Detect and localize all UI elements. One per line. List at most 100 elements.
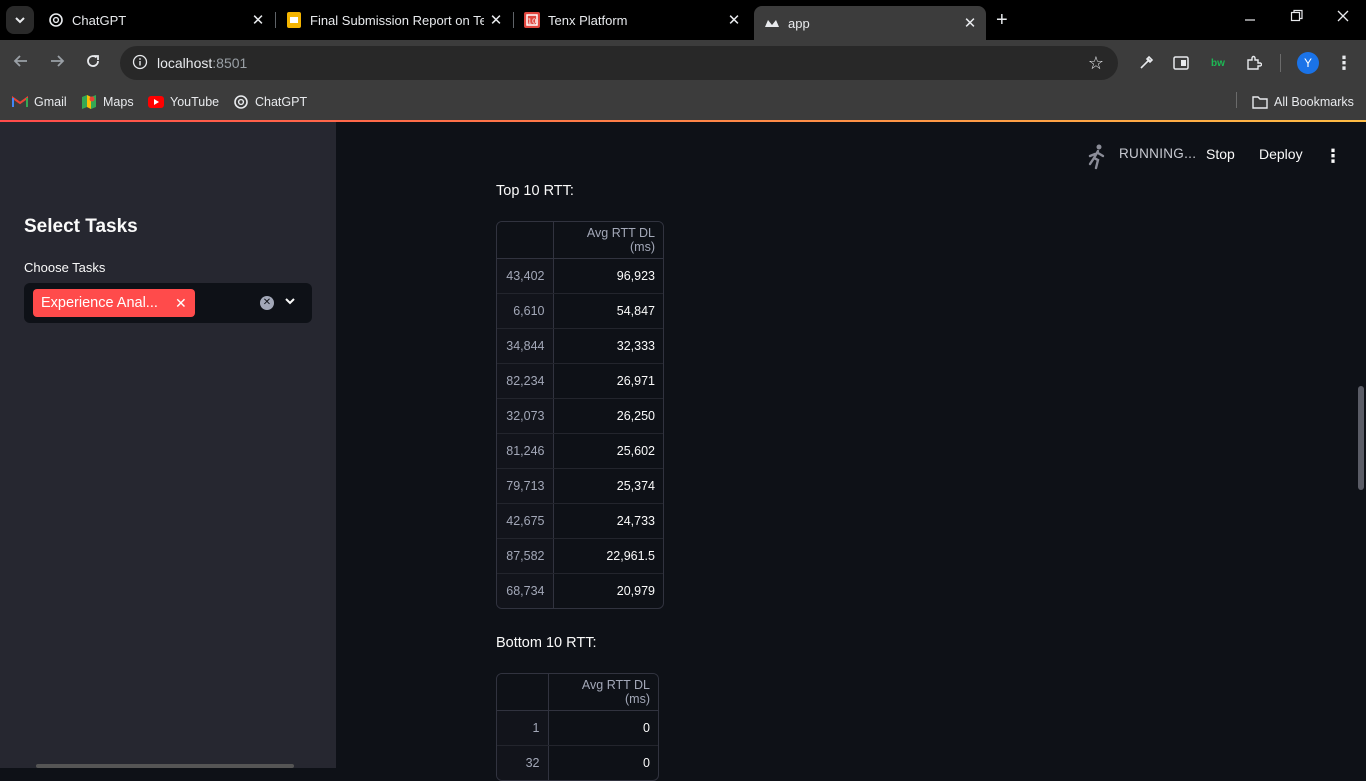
deploy-button[interactable]: Deploy	[1259, 146, 1303, 162]
bookmark-gmail[interactable]: Gmail	[12, 93, 67, 111]
chatgpt-icon	[233, 94, 249, 110]
bottom-rtt-table[interactable]: Avg RTT DL (ms) 10 32 0	[496, 673, 659, 781]
reload-icon	[87, 55, 99, 67]
top-rtt-table[interactable]: Avg RTT DL (ms) 43,402 96,923 6,610 54,847…	[496, 221, 664, 609]
row-index: 32	[497, 745, 549, 780]
forward-button[interactable]	[48, 52, 66, 75]
url-port: :8501	[212, 55, 248, 71]
extension-bw-icon[interactable]: bw	[1208, 53, 1228, 73]
cell-value: 0	[548, 710, 658, 746]
tab-title: Tenx Platform	[548, 12, 628, 28]
slides-icon	[286, 12, 302, 28]
main-scrollbar[interactable]	[1358, 386, 1364, 490]
table-row[interactable]: 34,844 32,333	[497, 328, 663, 364]
index-header	[497, 222, 553, 259]
row-index: 81,246	[497, 433, 554, 469]
window-close-icon[interactable]	[1336, 8, 1350, 29]
svg-text:10: 10	[528, 18, 537, 26]
toolbar-divider	[1280, 54, 1281, 72]
sidebar-scrollbar[interactable]	[36, 764, 294, 768]
table-row[interactable]: 79,713 25,374	[497, 468, 663, 504]
cell-value: 0	[643, 755, 650, 770]
table-row[interactable]: 32,073 26,250	[497, 398, 663, 434]
gmail-icon	[12, 94, 28, 110]
tab-tenx-platform[interactable]: 10 Tenx Platform ✕	[524, 6, 742, 34]
restore-icon[interactable]	[1290, 8, 1304, 29]
selected-task-chip: Experience Anal... ✕	[33, 289, 195, 317]
minimize-icon[interactable]	[1244, 8, 1256, 29]
browser-toolbar: localhost:8501 ☆ bw Y ⋮	[0, 40, 1366, 86]
cell-value: 96,923	[553, 258, 663, 294]
maps-icon	[81, 94, 97, 110]
column-header[interactable]: Avg RTT DL (ms)	[547, 674, 658, 711]
tab-chatgpt[interactable]: ChatGPT ✕	[48, 6, 266, 34]
folder-icon	[1252, 94, 1268, 110]
eyedropper-icon[interactable]	[1136, 53, 1156, 73]
bookmark-star-icon[interactable]: ☆	[1088, 53, 1104, 74]
table-row[interactable]: 87,582 22,961.5	[497, 538, 663, 574]
cell-value: 20,979	[616, 583, 655, 598]
chevron-down-icon	[15, 17, 25, 24]
chevron-down-icon[interactable]	[284, 295, 296, 310]
address-bar[interactable]: localhost:8501 ☆	[120, 46, 1118, 80]
bookmark-label: Gmail	[34, 95, 67, 109]
task-multiselect[interactable]: Experience Anal... ✕ ✕	[24, 283, 312, 323]
clear-all-icon[interactable]: ✕	[260, 296, 274, 310]
top-rtt-heading: Top 10 RTT:	[496, 183, 574, 199]
profile-avatar[interactable]: Y	[1297, 52, 1319, 74]
table-row[interactable]: 6,610 54,847	[497, 293, 663, 329]
cell-value: 26,971	[553, 363, 663, 399]
row-index: 43,402	[497, 258, 554, 294]
close-icon[interactable]: ✕	[250, 11, 266, 29]
row-index: 79,713	[497, 468, 554, 504]
extensions-puzzle-icon[interactable]	[1244, 53, 1264, 73]
column-header[interactable]: Avg RTT DL (ms)	[552, 222, 663, 259]
close-icon[interactable]: ✕	[962, 14, 978, 32]
youtube-icon	[148, 94, 164, 110]
back-arrow-icon	[13, 55, 27, 67]
stop-button[interactable]: Stop	[1206, 146, 1235, 162]
remove-chip-icon[interactable]: ✕	[175, 295, 187, 312]
close-icon[interactable]: ✕	[726, 11, 742, 29]
all-bookmarks-button[interactable]: All Bookmarks	[1252, 93, 1354, 111]
running-status: RUNNING...	[1119, 146, 1197, 161]
back-button[interactable]	[12, 52, 30, 75]
tab-divider	[275, 12, 276, 28]
site-info-icon[interactable]	[132, 54, 148, 70]
table-row[interactable]: 43,402 96,923	[497, 258, 663, 294]
tab-title: Final Submission Report on Tell	[310, 12, 484, 28]
url-host: localhost	[157, 55, 213, 71]
bookmark-label: Maps	[103, 95, 134, 109]
close-icon[interactable]: ✕	[488, 11, 504, 29]
table-row[interactable]: 10	[497, 710, 658, 746]
table-row[interactable]: 68,734 20,979	[497, 573, 663, 608]
bookmark-chatgpt[interactable]: ChatGPT	[233, 93, 307, 111]
table-row[interactable]: 82,234 26,971	[497, 363, 663, 399]
new-tab-button[interactable]: +	[996, 10, 1008, 30]
reading-mode-icon[interactable]	[1171, 53, 1191, 73]
index-header	[497, 674, 548, 711]
row-index: 82,234	[497, 363, 554, 399]
table-row[interactable]: 81,246 25,602	[497, 433, 663, 469]
main-content: RUNNING... Stop Deploy ⋮ Top 10 RTT: Avg…	[336, 122, 1366, 781]
tab-divider	[513, 12, 514, 28]
table-row[interactable]: 32 0	[497, 745, 658, 780]
app-menu-icon[interactable]: ⋮	[1324, 146, 1342, 167]
cell-value: 25,374	[553, 468, 663, 504]
row-index: 34,844	[497, 328, 554, 364]
bookmark-youtube[interactable]: YouTube	[148, 93, 219, 111]
tab-title: app	[788, 15, 810, 31]
row-index: 87,582	[497, 538, 554, 574]
cell-value: 32,333	[553, 328, 663, 364]
table-row[interactable]: 42,675 24,733	[497, 503, 663, 539]
chrome-menu-icon[interactable]: ⋮	[1334, 53, 1354, 73]
row-index: 42,675	[497, 503, 554, 539]
tab-final-submission[interactable]: Final Submission Report on Tell ✕	[286, 6, 504, 34]
reload-button[interactable]	[84, 52, 102, 75]
bookmark-label: YouTube	[170, 95, 220, 109]
row-index: 6,610	[497, 293, 554, 329]
bookmark-maps[interactable]: Maps	[81, 93, 134, 111]
bottom-rtt-heading: Bottom 10 RTT:	[496, 635, 597, 651]
tab-search-button[interactable]	[6, 6, 34, 34]
tab-app[interactable]: app ✕	[754, 6, 986, 40]
